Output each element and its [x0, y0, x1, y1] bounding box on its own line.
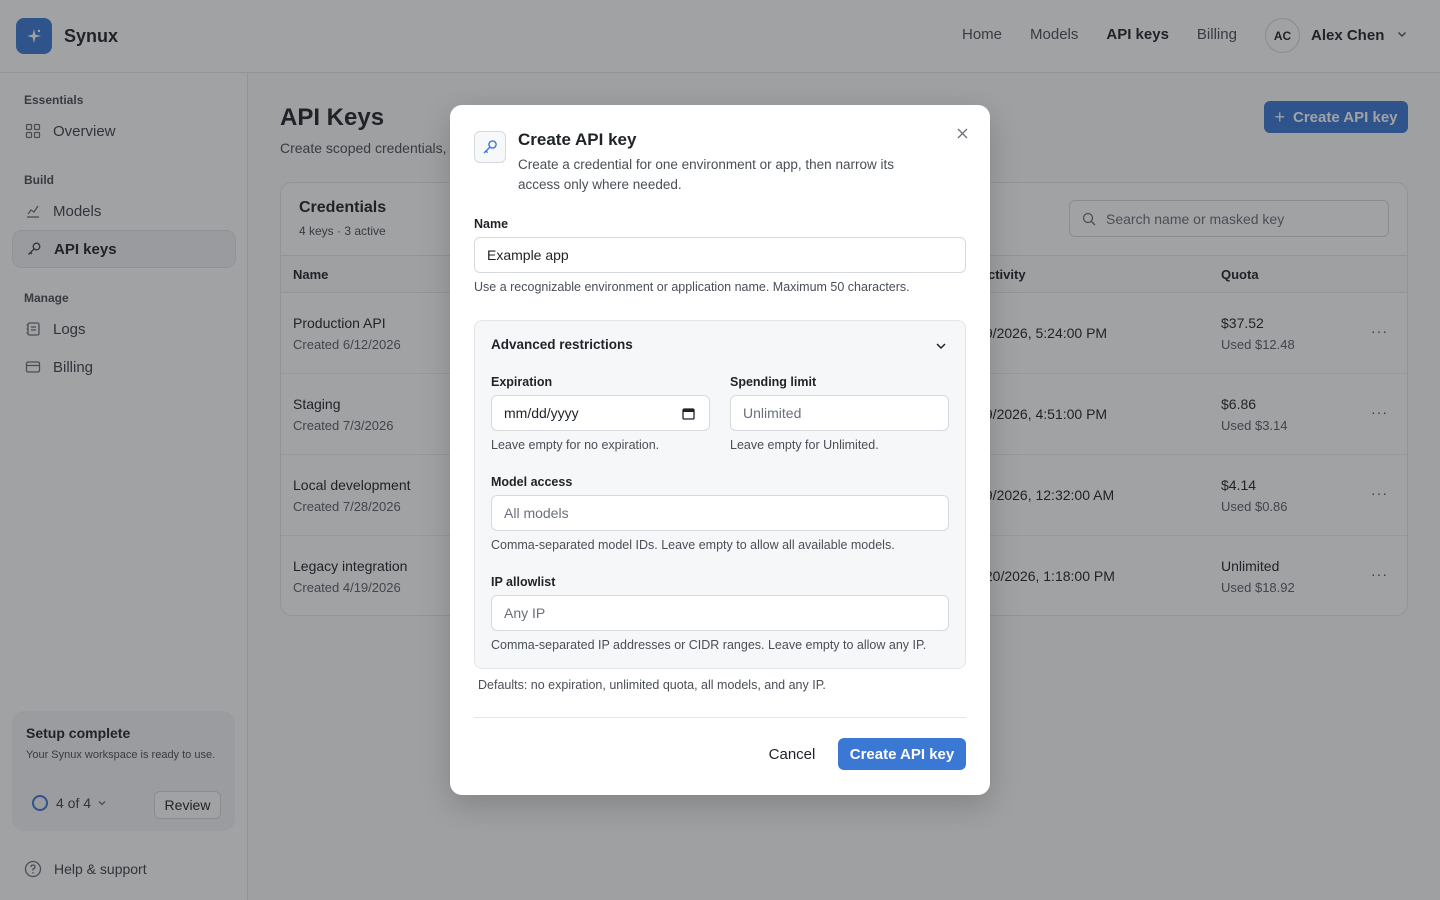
model-access-placeholder: All models	[504, 505, 569, 521]
model-access-label: Model access	[491, 475, 573, 489]
defaults-note: Defaults: no expiration, unlimited quota…	[478, 678, 826, 692]
cancel-button[interactable]: Cancel	[760, 738, 824, 770]
expiration-placeholder: mm/dd/yyyy	[504, 405, 579, 421]
ip-allowlist-label: IP allowlist	[491, 575, 556, 589]
create-api-key-dialog: Create API key Create a credential for o…	[450, 105, 990, 795]
chevron-down-icon[interactable]	[935, 339, 947, 357]
expiration-label: Expiration	[491, 375, 553, 389]
divider	[474, 717, 966, 718]
dialog-title: Create API key	[518, 130, 637, 149]
name-label: Name	[474, 217, 509, 231]
dialog-description: Create a credential for one environment …	[518, 157, 894, 192]
advanced-restrictions: Advanced restrictions Expiration mm/dd/y…	[474, 320, 966, 669]
spending-placeholder: Unlimited	[743, 405, 802, 421]
key-icon	[474, 131, 506, 163]
ip-allowlist-field[interactable]: Any IP	[491, 595, 949, 631]
spending-label: Spending limit	[730, 375, 817, 389]
ip-allowlist-hint: Comma-separated IP addresses or CIDR ran…	[491, 638, 927, 652]
name-field[interactable]: Example app	[474, 237, 966, 273]
close-icon[interactable]	[954, 125, 970, 141]
model-access-hint: Comma-separated model IDs. Leave empty t…	[491, 538, 895, 552]
submit-create-api-key-button[interactable]: Create API key	[838, 738, 966, 770]
advanced-title[interactable]: Advanced restrictions	[491, 337, 633, 352]
name-hint: Use a recognizable environment or applic…	[474, 280, 910, 294]
spending-hint: Leave empty for Unlimited.	[730, 438, 879, 452]
spending-limit-field[interactable]: Unlimited	[730, 395, 949, 431]
ip-allowlist-placeholder: Any IP	[504, 605, 546, 621]
calendar-icon[interactable]	[682, 407, 695, 420]
name-value: Example app	[487, 247, 569, 263]
model-access-field[interactable]: All models	[491, 495, 949, 531]
expiration-field[interactable]: mm/dd/yyyy	[491, 395, 710, 431]
expiration-hint: Leave empty for no expiration.	[491, 438, 660, 452]
